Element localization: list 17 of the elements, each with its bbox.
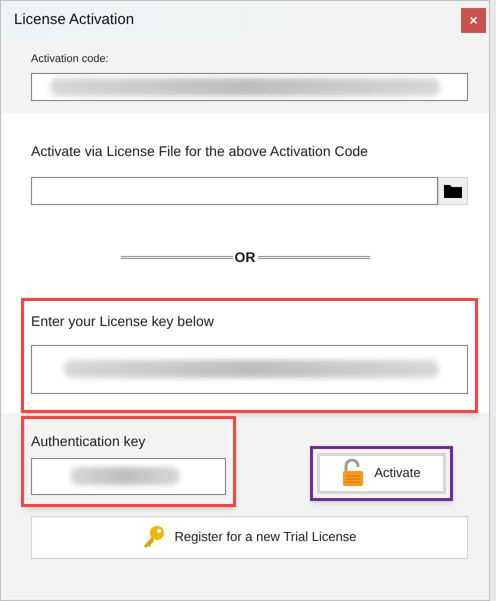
- field-label: Activation code:: [31, 52, 110, 67]
- window-title: License Activation: [14, 10, 134, 30]
- license-key-field[interactable]: [31, 344, 468, 394]
- padlock-icon: [342, 459, 364, 487]
- register-trial-button[interactable]: Register for a new Trial License: [31, 516, 468, 558]
- activate-button[interactable]: Activate: [317, 452, 446, 494]
- activation-code-field[interactable]: [31, 72, 468, 100]
- field-label: Enter your License key below: [31, 312, 215, 331]
- close-button[interactable]: ×: [461, 8, 486, 32]
- field-label: Activate via License File for the above Activation Code: [30, 142, 369, 160]
- key-icon: [142, 525, 166, 549]
- folder-icon: [444, 184, 462, 198]
- or-separator: OR: [234, 248, 256, 266]
- browse-button[interactable]: [438, 176, 468, 204]
- field-label: Authentication key: [31, 432, 146, 451]
- license-file-field[interactable]: [31, 176, 438, 204]
- authentication-key-field[interactable]: [31, 458, 226, 494]
